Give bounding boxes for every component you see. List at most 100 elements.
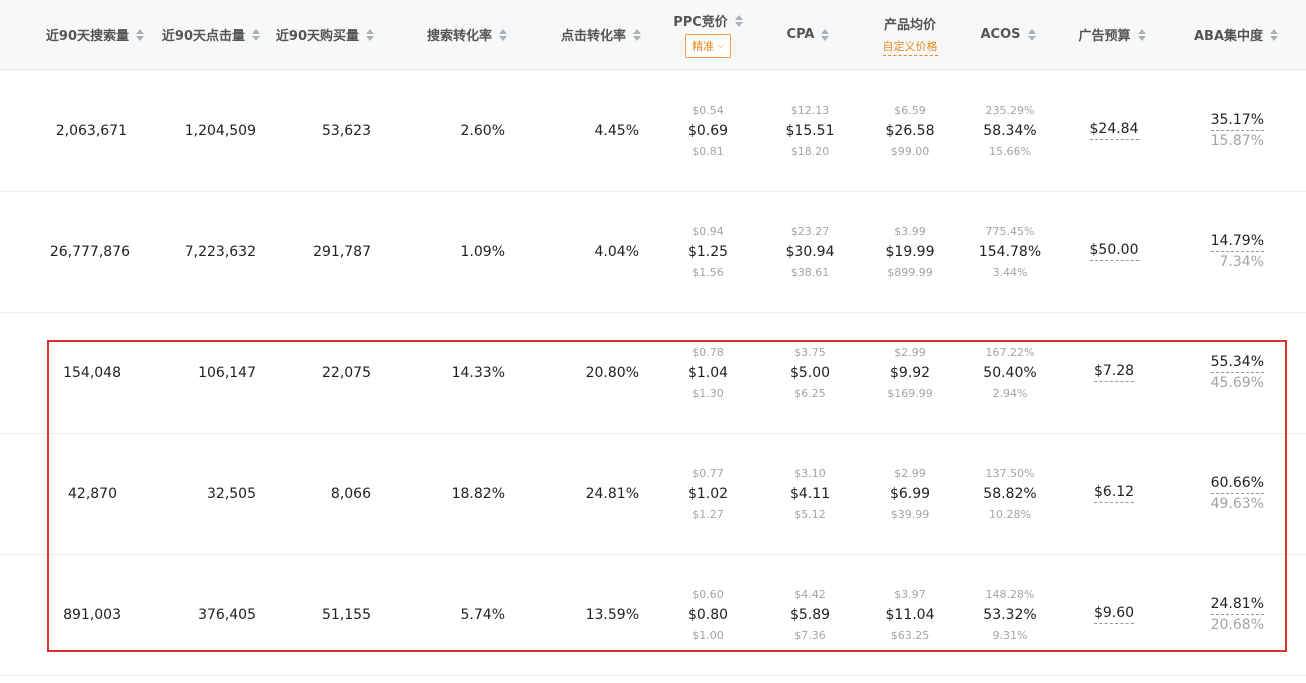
budget-value[interactable]: $6.12 (1093, 484, 1135, 503)
acos-high: 15.66% (989, 144, 1031, 158)
search-volume-cell: 891,003 (63, 606, 121, 623)
sort-icon[interactable] (252, 28, 260, 41)
cpa-low: $4.42 (794, 587, 826, 601)
match-type-dropdown[interactable]: 精准 ⌵ (685, 34, 731, 58)
col-header-label: 搜索转化率 (426, 29, 492, 44)
col-header-label: 广告预算 (1078, 29, 1131, 44)
aba-bottom: 45.69% (1210, 375, 1264, 391)
ppc-cell: $0.78 $1.04 $1.30 (660, 312, 756, 433)
price-mid: $26.58 (885, 122, 935, 139)
aba-bottom: 15.87% (1210, 133, 1264, 149)
acos-cell: 235.29% 58.34% 15.66% (970, 70, 1050, 191)
col-header-label: 近90天点击量 (161, 29, 245, 44)
col-header-label: 近90天购买量 (275, 29, 359, 44)
aba-top[interactable]: 35.17% (1210, 112, 1264, 131)
aba-top[interactable]: 55.34% (1210, 354, 1264, 373)
sort-icon[interactable] (633, 28, 641, 41)
ppc-high: $0.81 (692, 144, 724, 158)
ppc-sort-header[interactable]: PPC竞价 (673, 11, 743, 30)
col-header-search-conv[interactable]: 搜索转化率 (390, 0, 507, 69)
table-row: 2,063,671 1,204,509 53,623 2.60% 4.45% $… (0, 70, 1306, 192)
ppc-high: $1.00 (692, 628, 724, 642)
sort-icon[interactable] (1027, 28, 1036, 41)
aba-cell: 14.79% 7.34% (1170, 191, 1264, 312)
aba-bottom: 49.63% (1210, 496, 1264, 512)
aba-cell: 24.81% 20.68% (1170, 554, 1264, 675)
sort-icon[interactable] (734, 14, 743, 27)
sort-icon[interactable] (821, 28, 830, 41)
price-mid: $9.92 (889, 364, 931, 381)
table-row: 42,870 32,505 8,066 18.82% 24.81% $0.77 $… (0, 433, 1306, 555)
sort-icon[interactable] (366, 28, 374, 41)
price-high: $99.00 (890, 144, 930, 158)
aba-top[interactable]: 14.79% (1210, 233, 1264, 252)
match-type-label: 精准 (692, 40, 715, 53)
search-conv-cell: 1.09% (460, 243, 505, 260)
click-conv-cell: 4.04% (594, 243, 639, 260)
acos-mid: 53.32% (983, 606, 1037, 623)
cpa-cell: $3.75 $5.00 $6.25 (770, 312, 850, 433)
search-conv-cell: 14.33% (451, 364, 505, 381)
budget-cell: $50.00 (1066, 191, 1162, 312)
acos-low: 235.29% (985, 103, 1035, 117)
price-high: $169.99 (887, 386, 933, 400)
ppc-high: $1.27 (692, 507, 724, 521)
search-conv-cell: 2.60% (460, 122, 505, 139)
ppc-mid: $0.80 (687, 606, 729, 623)
col-header-purchases[interactable]: 近90天购买量 (266, 0, 374, 69)
sort-icon[interactable] (1137, 28, 1146, 41)
col-header-aba[interactable]: ABA集中度 (1170, 0, 1278, 69)
ppc-mid: $1.02 (687, 485, 729, 502)
cpa-high: $38.61 (790, 265, 830, 279)
sort-icon[interactable] (1270, 28, 1278, 41)
cpa-low: $3.75 (794, 345, 826, 359)
col-header-label: ABA集中度 (1193, 29, 1263, 44)
ppc-mid: $0.69 (687, 122, 729, 139)
budget-value[interactable]: $50.00 (1089, 242, 1139, 261)
purchases-cell: 8,066 (330, 485, 371, 502)
cpa-mid: $30.94 (785, 243, 835, 260)
acos-high: 3.44% (992, 265, 1028, 279)
sort-icon[interactable] (136, 28, 144, 41)
purchases-cell: 53,623 (322, 122, 371, 139)
budget-value[interactable]: $7.28 (1093, 363, 1135, 382)
price-mid: $11.04 (885, 606, 935, 623)
col-header-click-conv[interactable]: 点击转化率 (520, 0, 641, 69)
ppc-low: $0.60 (692, 587, 724, 601)
aba-cell: 55.34% 45.69% (1170, 312, 1264, 433)
table-row: 891,003 376,405 51,155 5.74% 13.59% $0.6… (0, 554, 1306, 676)
price-cell: $3.99 $19.99 $899.99 (860, 191, 960, 312)
col-header-acos[interactable]: ACOS (968, 0, 1048, 69)
click-conv-cell: 4.45% (594, 122, 639, 139)
search-volume-cell: 154,048 (63, 364, 121, 381)
clicks-cell: 106,147 (198, 364, 256, 381)
col-header-label: ACOS (980, 27, 1021, 42)
aba-cell: 35.17% 15.87% (1170, 70, 1264, 191)
cpa-high: $5.12 (794, 507, 826, 521)
aba-top[interactable]: 60.66% (1210, 475, 1264, 494)
acos-high: 9.31% (992, 628, 1028, 642)
col-header-budget[interactable]: 广告预算 (1064, 0, 1160, 69)
budget-value[interactable]: $9.60 (1093, 605, 1135, 624)
sort-icon[interactable] (499, 28, 507, 41)
col-header-avg-price: 产品均价 自定义价格 (860, 0, 960, 69)
price-high: $899.99 (887, 265, 933, 279)
click-conv-cell: 13.59% (585, 606, 639, 623)
aba-top[interactable]: 24.81% (1210, 596, 1264, 615)
col-header-cpa[interactable]: CPA (768, 0, 848, 69)
col-header-search-volume[interactable]: 近90天搜索量 (20, 0, 144, 69)
click-conv-cell: 24.81% (585, 485, 639, 502)
cpa-high: $6.25 (794, 386, 826, 400)
purchases-cell: 22,075 (322, 364, 371, 381)
ppc-low: $0.78 (692, 345, 724, 359)
budget-value[interactable]: $24.84 (1089, 121, 1139, 140)
ppc-high: $1.56 (692, 265, 724, 279)
aba-bottom: 7.34% (1219, 254, 1264, 270)
price-cell: $6.59 $26.58 $99.00 (860, 70, 960, 191)
price-low: $2.99 (894, 345, 926, 359)
ppc-low: $0.94 (692, 224, 724, 238)
ppc-cell: $0.77 $1.02 $1.27 (660, 433, 756, 554)
col-header-clicks[interactable]: 近90天点击量 (150, 0, 260, 69)
acos-mid: 50.40% (983, 364, 1037, 381)
custom-price-link[interactable]: 自定义价格 (882, 38, 938, 56)
